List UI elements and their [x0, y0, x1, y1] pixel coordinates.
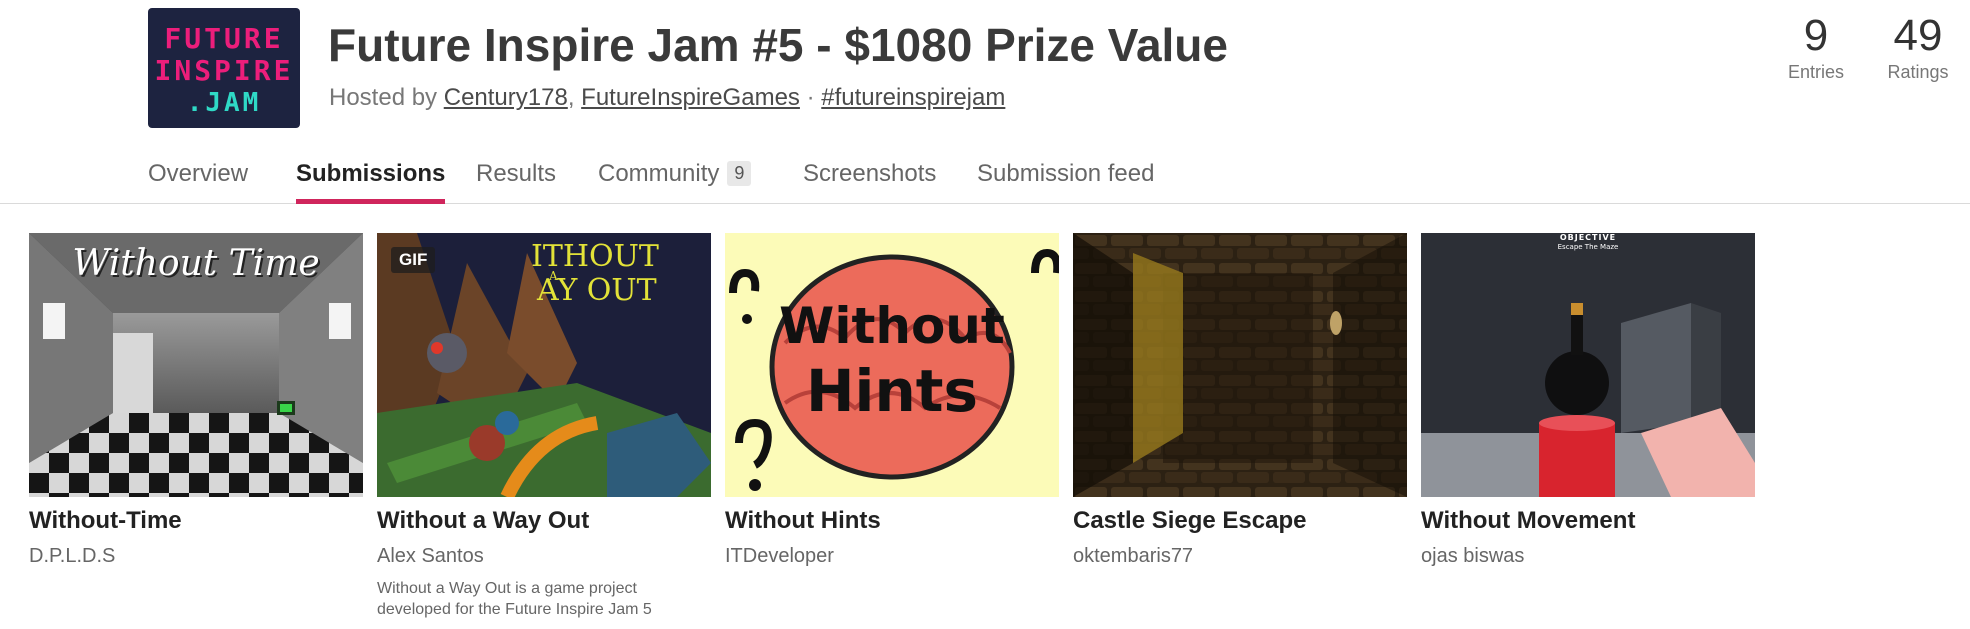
objective-text: Escape The Maze [1557, 243, 1619, 251]
thumbnail-title-text: Without Time [72, 243, 320, 284]
host-link-futureinspiregames[interactable]: FutureInspireGames [581, 84, 800, 111]
game-author-link[interactable]: ojas biswas [1421, 545, 1755, 568]
tab-community[interactable]: Community 9 [598, 160, 752, 204]
game-thumbnail[interactable]: OBJECTIVE Escape The Maze [1421, 233, 1755, 497]
hosted-by-label: Hosted by [329, 84, 438, 111]
thumbnail-art-castle-siege-escape [1073, 233, 1407, 497]
entries-stat[interactable]: 9 Entries [1766, 10, 1866, 83]
community-count-badge: 9 [727, 161, 752, 186]
hosted-by-line: Hosted by Century178, FutureInspireGames… [329, 84, 1006, 111]
game-title-link[interactable]: Without a Way Out [377, 507, 711, 535]
game-short-description: Without a Way Out is a game project deve… [377, 580, 652, 618]
thumbnail-art-without-movement [1421, 233, 1755, 497]
game-thumbnail[interactable]: Without Hints [725, 233, 1059, 497]
entries-count: 9 [1803, 11, 1829, 60]
game-title-link[interactable]: Without Movement [1421, 507, 1755, 535]
submission-card: GIF ITHOUT A AY OUT Without a Way Out Al… [377, 233, 711, 620]
submission-card: Without Hints Without Hints ITDeveloper [725, 233, 1059, 568]
tab-overview[interactable]: Overview [148, 160, 248, 204]
thumbnail-title-text-1: Without [779, 297, 1005, 355]
game-thumbnail[interactable] [1073, 233, 1407, 497]
tab-submissions[interactable]: Submissions [296, 160, 446, 204]
submission-card: Without Time Without-Time D.P.L.D.S [29, 233, 363, 568]
game-author-link[interactable]: oktembaris77 [1073, 545, 1407, 568]
host-link-century178[interactable]: Century178 [444, 84, 568, 111]
ratings-label: Ratings [1887, 62, 1949, 82]
logo-line-1: FUTURE [164, 22, 284, 55]
thumbnail-title-text-2: Hints [806, 357, 978, 425]
jam-title: Future Inspire Jam #5 - $1080 Prize Valu… [328, 19, 1228, 71]
jam-nav-tabs: Overview Submissions Results Community 9 … [0, 150, 1970, 204]
game-author-link[interactable]: ITDeveloper [725, 545, 1059, 568]
game-thumbnail[interactable]: GIF ITHOUT A AY OUT [377, 233, 711, 497]
submission-card: Castle Siege Escape oktembaris77 [1073, 233, 1407, 568]
game-title-link[interactable]: Without-Time [29, 507, 363, 535]
tab-results[interactable]: Results [476, 160, 556, 204]
tab-submission-feed[interactable]: Submission feed [977, 160, 1154, 204]
submission-card: OBJECTIVE Escape The Maze Without Moveme… [1421, 233, 1755, 568]
ratings-stat[interactable]: 49 Ratings [1868, 10, 1968, 83]
objective-label: OBJECTIVE [1559, 233, 1617, 242]
hashtag-link[interactable]: #futureinspirejam [821, 84, 1005, 111]
game-thumbnail[interactable]: Without Time [29, 233, 363, 497]
game-title-link[interactable]: Castle Siege Escape [1073, 507, 1407, 535]
separator-dot: · [806, 84, 815, 111]
tab-screenshots[interactable]: Screenshots [803, 160, 936, 204]
entries-label: Entries [1787, 62, 1845, 82]
thumbnail-title-text-2: AY OUT [537, 273, 657, 308]
jam-header: FUTURE INSPIRE .JAM Future Inspire Jam #… [0, 0, 1970, 130]
ratings-count: 49 [1893, 11, 1943, 60]
game-author-link[interactable]: Alex Santos [377, 545, 711, 568]
tab-community-label: Community [598, 160, 720, 187]
logo-line-3: .JAM [186, 88, 262, 118]
game-author-link[interactable]: D.P.L.D.S [29, 545, 363, 568]
logo-line-2: INSPIRE [154, 54, 294, 87]
gif-badge: GIF [391, 247, 436, 273]
jam-logo[interactable]: FUTURE INSPIRE .JAM [148, 8, 300, 128]
game-title-link[interactable]: Without Hints [725, 507, 1059, 535]
